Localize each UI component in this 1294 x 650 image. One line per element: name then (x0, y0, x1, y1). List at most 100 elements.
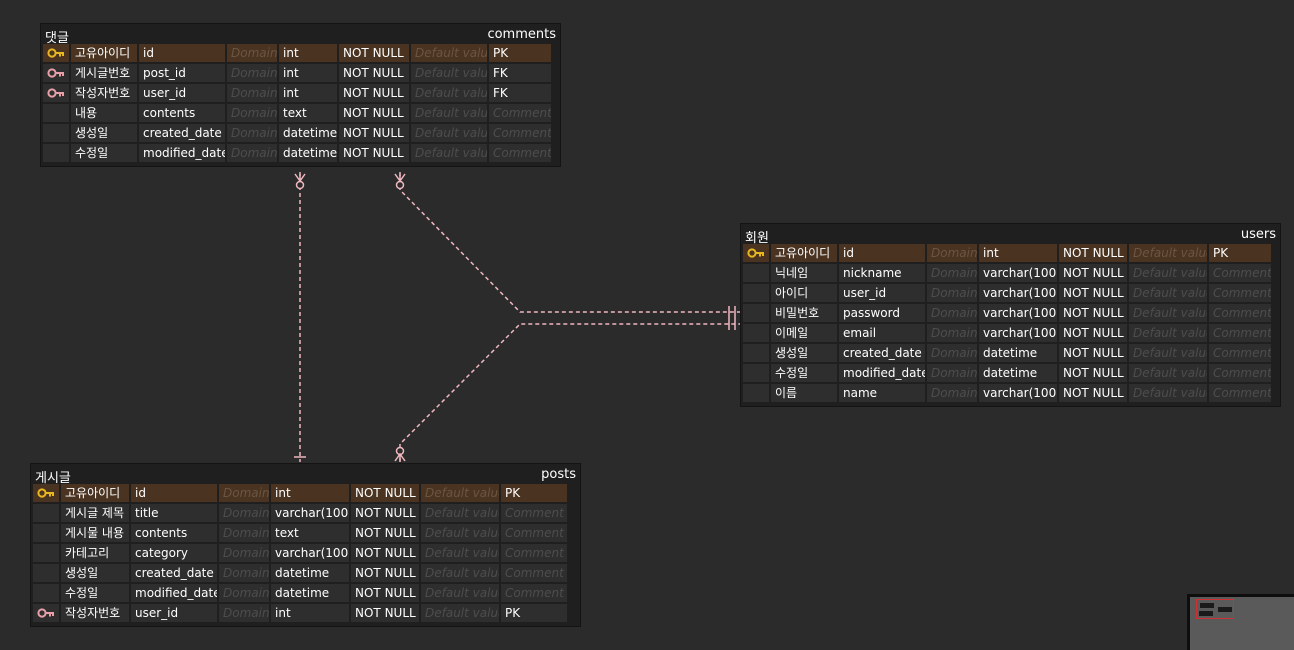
column-default-value[interactable]: Default value (1129, 284, 1207, 302)
column-data-type[interactable]: varchar(100) (979, 264, 1057, 282)
column-data-type[interactable]: datetime (279, 124, 337, 142)
column-not-null[interactable]: NOT NULL (351, 484, 419, 502)
column-default-value[interactable]: Default value (421, 544, 499, 562)
column-row[interactable]: 내용contentsDomaintextNOT NULLDefault valu… (43, 104, 558, 122)
column-row[interactable]: 수정일 modified_date Domain datetime NOT NULL De… (743, 364, 1278, 382)
column-not-null[interactable]: NOT NULL (339, 44, 409, 62)
table-physical-name[interactable]: users (1241, 227, 1276, 242)
relation-comments-users[interactable] (399, 172, 740, 313)
column-data-type[interactable]: datetime (271, 584, 349, 602)
column-not-null[interactable]: NOT NULL (1059, 304, 1127, 322)
column-domain[interactable]: Domain (927, 384, 977, 402)
table-logical-name[interactable]: 회원 (745, 227, 769, 246)
column-data-type[interactable]: int (279, 64, 337, 82)
column-physical-name[interactable]: post_id (139, 64, 225, 82)
column-row[interactable]: 작성자번호 user_id Domain int NOT NULL Default val… (43, 84, 558, 102)
column-comment[interactable]: Comment (1209, 304, 1271, 322)
column-logical-name[interactable]: 고유아이디 (771, 244, 837, 262)
column-default-value[interactable]: Default value (1129, 384, 1207, 402)
column-not-null[interactable]: NOT NULL (339, 64, 409, 82)
column-physical-name[interactable]: id (839, 244, 925, 262)
column-logical-name[interactable]: 내용 (71, 104, 137, 122)
table-header[interactable]: 댓글 comments (41, 24, 560, 46)
column-logical-name[interactable]: 비밀번호 (771, 304, 837, 322)
column-comment[interactable]: PK (1209, 244, 1271, 262)
column-not-null[interactable]: NOT NULL (351, 584, 419, 602)
column-domain[interactable]: Domain (219, 484, 269, 502)
column-domain[interactable]: Domain (227, 144, 277, 162)
column-comment[interactable]: PK (501, 604, 567, 622)
column-comment[interactable]: Comment (1209, 364, 1271, 382)
column-data-type[interactable]: varchar(100) (271, 544, 349, 562)
column-domain[interactable]: Domain (227, 44, 277, 62)
column-data-type[interactable]: int (271, 604, 349, 622)
column-domain[interactable]: Domain (227, 124, 277, 142)
column-not-null[interactable]: NOT NULL (351, 524, 419, 542)
column-physical-name[interactable]: modified_date (139, 144, 225, 162)
column-comment[interactable]: Comment (1209, 384, 1271, 402)
column-data-type[interactable]: varchar(100) (979, 384, 1057, 402)
column-comment[interactable]: Comment (1209, 344, 1271, 362)
column-row[interactable]: 비밀번호 password Domain varchar(100) NOT NULL De… (743, 304, 1278, 322)
column-default-value[interactable]: Default value (411, 124, 487, 142)
column-logical-name[interactable]: 고유아이디 (61, 484, 129, 502)
column-data-type[interactable]: varchar(100) (979, 284, 1057, 302)
column-default-value[interactable]: Default value (421, 524, 499, 542)
column-row[interactable]: 게시글번호 post_id Domain int NOT NULL Default val… (43, 64, 558, 82)
column-comment[interactable]: Comment (1209, 264, 1271, 282)
column-comment[interactable]: Comment (501, 504, 567, 522)
table-logical-name[interactable]: 댓글 (45, 27, 69, 46)
column-default-value[interactable]: Default value (411, 44, 487, 62)
table-header[interactable]: 회원 users (741, 224, 1280, 246)
column-not-null[interactable]: NOT NULL (1059, 384, 1127, 402)
column-domain[interactable]: Domain (927, 264, 977, 282)
table-comments[interactable]: 댓글 comments 고유아이디 id Domain int NOT NULL Defaul… (40, 23, 561, 167)
column-logical-name[interactable]: 작성자번호 (61, 604, 129, 622)
table-header[interactable]: 게시글 posts (31, 464, 580, 486)
column-comment[interactable]: Comment (501, 524, 567, 542)
column-row[interactable]: 고유아이디idDomainintNOT NULLDefault valuePK (33, 484, 578, 502)
column-default-value[interactable]: Default value (1129, 264, 1207, 282)
column-not-null[interactable]: NOT NULL (339, 104, 409, 122)
column-default-value[interactable]: Default value (421, 504, 499, 522)
column-not-null[interactable]: NOT NULL (1059, 344, 1127, 362)
column-default-value[interactable]: Default value (411, 84, 487, 102)
column-default-value[interactable]: Default value (1129, 324, 1207, 342)
column-domain[interactable]: Domain (927, 324, 977, 342)
column-logical-name[interactable]: 생성일 (771, 344, 837, 362)
column-default-value[interactable]: Default value (1129, 304, 1207, 322)
column-default-value[interactable]: Default value (1129, 344, 1207, 362)
column-logical-name[interactable]: 수정일 (771, 364, 837, 382)
column-not-null[interactable]: NOT NULL (1059, 244, 1127, 262)
column-comment[interactable]: Comment (501, 584, 567, 602)
column-physical-name[interactable]: id (139, 44, 225, 62)
column-domain[interactable]: Domain (927, 284, 977, 302)
column-default-value[interactable]: Default value (421, 604, 499, 622)
table-posts[interactable]: 게시글 posts 고유아이디 id Domain int NOT NULL Default … (30, 463, 581, 627)
column-row[interactable]: 작성자번호 user_id Domain int NOT NULL Default val… (33, 604, 578, 622)
column-not-null[interactable]: NOT NULL (1059, 264, 1127, 282)
column-comment[interactable]: FK (489, 84, 551, 102)
column-physical-name[interactable]: created_date (839, 344, 925, 362)
table-users[interactable]: 회원 users 고유아이디 id Domain int NOT NULL Default v… (740, 223, 1281, 407)
column-logical-name[interactable]: 카테고리 (61, 544, 129, 562)
column-comment[interactable]: Comment (489, 144, 551, 162)
column-logical-name[interactable]: 수정일 (71, 144, 137, 162)
column-default-value[interactable]: Default value (1129, 244, 1207, 262)
column-data-type[interactable]: int (979, 244, 1057, 262)
column-row[interactable]: 고유아이디idDomainintNOT NULLDefault valuePK (43, 44, 558, 62)
column-data-type[interactable]: varchar(100) (979, 324, 1057, 342)
column-logical-name[interactable]: 고유아이디 (71, 44, 137, 62)
column-physical-name[interactable]: nickname (839, 264, 925, 282)
column-logical-name[interactable]: 이름 (771, 384, 837, 402)
column-physical-name[interactable]: contents (139, 104, 225, 122)
column-physical-name[interactable]: category (131, 544, 217, 562)
column-physical-name[interactable]: user_id (839, 284, 925, 302)
column-default-value[interactable]: Default value (411, 144, 487, 162)
table-logical-name[interactable]: 게시글 (35, 467, 71, 486)
column-comment[interactable]: FK (489, 64, 551, 82)
column-logical-name[interactable]: 생성일 (61, 564, 129, 582)
column-physical-name[interactable]: modified_date (839, 364, 925, 382)
column-domain[interactable]: Domain (927, 244, 977, 262)
column-not-null[interactable]: NOT NULL (351, 544, 419, 562)
